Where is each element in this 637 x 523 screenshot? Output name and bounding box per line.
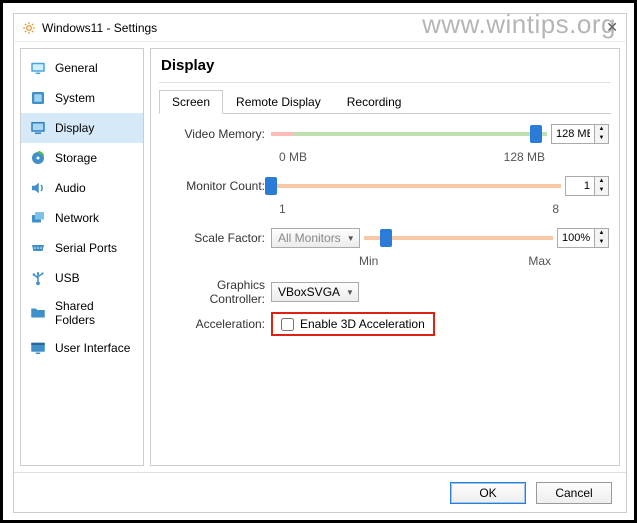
serial-icon <box>29 239 47 257</box>
scale-factor-spin[interactable]: ▲▼ <box>557 228 609 248</box>
sidebar-item-usb[interactable]: USB <box>21 263 143 293</box>
window-title: Windows11 - Settings <box>42 21 600 35</box>
tab-screen[interactable]: Screen <box>159 90 223 114</box>
network-icon <box>29 209 47 227</box>
sidebar-item-label: Audio <box>55 181 86 195</box>
spin-up-icon[interactable]: ▲ <box>595 229 608 238</box>
form-body: Video Memory: ▲▼ 0 MB128 MB Mo <box>151 114 619 336</box>
sidebar-item-serial[interactable]: Serial Ports <box>21 233 143 263</box>
vm-min-label: 0 MB <box>279 150 307 164</box>
vm-max-label: 128 MB <box>504 150 545 164</box>
sidebar-item-label: Serial Ports <box>55 241 117 255</box>
enable-3d-acceleration-option[interactable]: Enable 3D Acceleration <box>271 312 435 336</box>
spin-down-icon[interactable]: ▼ <box>595 134 608 143</box>
usb-icon <box>29 269 47 287</box>
main-panel: Display Screen Remote Display Recording … <box>150 48 620 466</box>
sidebar-item-label: Storage <box>55 151 97 165</box>
cancel-button[interactable]: Cancel <box>536 482 612 504</box>
acceleration-label: Acceleration: <box>161 317 271 331</box>
page-title: Display <box>151 49 619 82</box>
storage-icon <box>29 149 47 167</box>
ui-icon <box>29 339 47 357</box>
tab-recording[interactable]: Recording <box>334 90 415 114</box>
scale-factor-label: Scale Factor: <box>161 231 271 245</box>
sidebar-item-label: Display <box>55 121 94 135</box>
tab-remote-display[interactable]: Remote Display <box>223 90 334 114</box>
enable-3d-acceleration-checkbox[interactable] <box>281 318 294 331</box>
sidebar-item-storage[interactable]: Storage <box>21 143 143 173</box>
gear-icon <box>22 21 36 35</box>
audio-icon <box>29 179 47 197</box>
sidebar-item-general[interactable]: General <box>21 53 143 83</box>
close-icon[interactable]: ✕ <box>606 19 618 36</box>
titlebar: Windows11 - Settings ✕ <box>14 14 626 42</box>
monitor-count-spin[interactable]: ▲▼ <box>565 176 609 196</box>
tabs: Screen Remote Display Recording <box>159 89 611 114</box>
spin-down-icon[interactable]: ▼ <box>595 186 608 195</box>
sf-min-label: Min <box>359 254 378 268</box>
monitor-count-slider[interactable] <box>271 177 561 195</box>
sidebar-item-display[interactable]: Display <box>21 113 143 143</box>
scale-monitors-value: All Monitors <box>278 231 341 245</box>
display-icon <box>29 119 47 137</box>
sidebar-item-system[interactable]: System <box>21 83 143 113</box>
graphics-controller-value: VBoxSVGA <box>278 285 340 299</box>
sidebar-item-ui[interactable]: User Interface <box>21 333 143 363</box>
folder-icon <box>29 304 47 322</box>
sidebar-item-label: Network <box>55 211 99 225</box>
system-icon <box>29 89 47 107</box>
graphics-controller-dropdown[interactable]: VBoxSVGA ▼ <box>271 282 359 302</box>
general-icon <box>29 59 47 77</box>
monitor-count-value[interactable] <box>566 180 594 192</box>
ok-button[interactable]: OK <box>450 482 526 504</box>
scale-monitors-dropdown[interactable]: All Monitors ▼ <box>271 228 360 248</box>
video-memory-label: Video Memory: <box>161 127 271 141</box>
sidebar-item-label: System <box>55 91 95 105</box>
spin-down-icon[interactable]: ▼ <box>595 238 608 247</box>
monitor-count-label: Monitor Count: <box>161 179 271 193</box>
scale-factor-value[interactable] <box>558 232 594 244</box>
enable-3d-acceleration-label: Enable 3D Acceleration <box>300 317 425 331</box>
sidebar-item-audio[interactable]: Audio <box>21 173 143 203</box>
sf-max-label: Max <box>528 254 551 268</box>
spin-up-icon[interactable]: ▲ <box>595 177 608 186</box>
video-memory-value[interactable] <box>552 128 594 140</box>
sidebar-item-label: User Interface <box>55 341 130 355</box>
scale-factor-slider[interactable] <box>364 229 553 247</box>
video-memory-slider[interactable] <box>271 125 547 143</box>
sidebar-item-network[interactable]: Network <box>21 203 143 233</box>
chevron-down-icon: ▼ <box>346 288 354 297</box>
graphics-controller-label: Graphics Controller: <box>161 278 271 306</box>
mc-min-label: 1 <box>279 202 286 216</box>
sidebar-item-label: General <box>55 61 98 75</box>
spin-up-icon[interactable]: ▲ <box>595 125 608 134</box>
video-memory-spin[interactable]: ▲▼ <box>551 124 609 144</box>
mc-max-label: 8 <box>552 202 559 216</box>
chevron-down-icon: ▼ <box>347 234 355 243</box>
settings-window: Windows11 - Settings ✕ General System Di… <box>13 13 627 513</box>
sidebar-item-label: Shared Folders <box>55 299 135 327</box>
sidebar-item-shared[interactable]: Shared Folders <box>21 293 143 333</box>
sidebar-item-label: USB <box>55 271 80 285</box>
divider <box>159 82 611 83</box>
footer: OK Cancel <box>14 472 626 512</box>
sidebar: General System Display Storage Audio Net… <box>20 48 144 466</box>
